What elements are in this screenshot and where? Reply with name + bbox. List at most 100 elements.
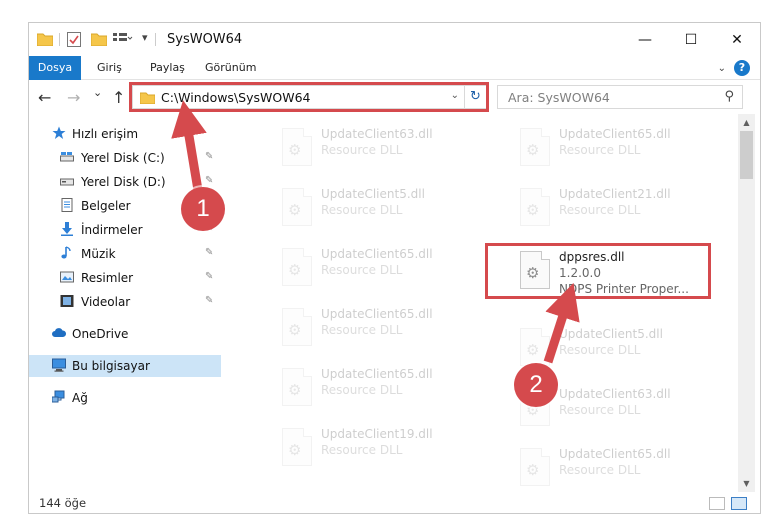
tab-view[interactable]: Görünüm	[205, 56, 256, 80]
back-arrow-icon[interactable]: ←	[38, 88, 51, 107]
minimize-icon: —	[638, 31, 652, 48]
sidebar-item-pictures[interactable]: Resimler ✎	[29, 267, 221, 289]
properties-icon[interactable]	[67, 32, 81, 47]
file-tile[interactable]: ⚙ UpdateClient63.dll Resource DLL	[274, 122, 502, 178]
minimize-button[interactable]: —	[622, 23, 668, 56]
file-tile[interactable]: ⚙ UpdateClient19.dll Resource DLL	[274, 422, 502, 478]
file-type: Resource DLL	[559, 143, 641, 157]
sidebar-item-label: Yerel Disk (D:)	[81, 175, 166, 189]
drive-icon	[60, 152, 74, 162]
sidebar-item-videos[interactable]: Videolar ✎	[29, 291, 221, 313]
search-placeholder: Ara: SysWOW64	[508, 90, 610, 105]
download-icon	[61, 222, 73, 236]
recent-locations-icon[interactable]: ⌄	[93, 86, 102, 99]
sidebar-item-disk-c[interactable]: Yerel Disk (C:) ✎	[29, 147, 221, 169]
file-list: ⚙ UpdateClient63.dll Resource DLL ⚙ Upda…	[222, 114, 738, 492]
scroll-up-icon[interactable]: ▲	[738, 114, 755, 131]
customize-toolbar-icon[interactable]	[113, 32, 133, 46]
file-tile[interactable]: ⚙ UpdateClient21.dll Resource DLL	[512, 182, 738, 238]
item-count: 144 öğe	[39, 496, 87, 510]
close-button[interactable]: ✕	[714, 23, 760, 56]
new-folder-icon[interactable]	[91, 32, 107, 46]
file-name: UpdateClient65.dll	[321, 307, 433, 321]
cloud-icon	[52, 328, 66, 337]
file-name: UpdateClient5.dll	[321, 187, 425, 201]
sidebar-item-label: Müzik	[81, 247, 116, 261]
file-type: Resource DLL	[321, 383, 403, 397]
tab-file[interactable]: Dosya	[29, 56, 81, 80]
toolbar-separator	[59, 33, 60, 46]
search-box[interactable]: Ara: SysWOW64 ⚲	[497, 85, 743, 109]
file-tile[interactable]: ⚙ UpdateClient65.dll Resource DLL	[512, 442, 738, 492]
tiles-view-icon[interactable]	[731, 497, 747, 510]
picture-icon	[60, 271, 74, 283]
dll-file-icon: ⚙	[520, 328, 550, 366]
gear-icon: ⚙	[288, 261, 302, 279]
star-icon	[52, 126, 66, 139]
file-name: UpdateClient65.dll	[321, 247, 433, 261]
file-type: Resource DLL	[321, 263, 403, 277]
gear-icon: ⚙	[288, 441, 302, 459]
file-name: UpdateClient19.dll	[321, 427, 433, 441]
pin-icon[interactable]: ✎	[205, 175, 213, 186]
address-highlight-box	[129, 82, 489, 112]
close-icon: ✕	[731, 31, 743, 48]
ribbon-tabs: Dosya Giriş Paylaş Görünüm ⌄ ?	[29, 56, 760, 80]
help-icon[interactable]: ?	[734, 60, 750, 76]
file-type: Resource DLL	[559, 203, 641, 217]
sidebar-item-quick-access[interactable]: Hızlı erişim	[29, 123, 221, 145]
dll-file-icon: ⚙	[520, 128, 550, 166]
step-badge-2: 2	[514, 363, 558, 407]
sidebar-item-network[interactable]: Ağ	[29, 387, 221, 409]
gear-icon: ⚙	[288, 321, 302, 339]
forward-arrow-icon[interactable]: →	[67, 88, 80, 107]
scroll-thumb[interactable]	[740, 131, 753, 179]
sidebar-item-music[interactable]: Müzik ✎	[29, 243, 221, 265]
document-icon	[61, 198, 73, 212]
title-separator	[155, 33, 156, 46]
gear-icon: ⚙	[526, 461, 540, 479]
file-tile[interactable]: ⚙ UpdateClient65.dll Resource DLL	[274, 362, 502, 418]
dll-file-icon: ⚙	[520, 188, 550, 226]
file-tile[interactable]: ⚙ UpdateClient65.dll Resource DLL	[512, 122, 738, 178]
status-bar: 144 öğe	[29, 492, 760, 513]
gear-icon: ⚙	[288, 141, 302, 159]
navigation-bar: ← → ⌄ ↑ C:\Windows\SysWOW64 ⌄ ↻ Ara: Sys…	[29, 80, 760, 114]
search-icon[interactable]: ⚲	[724, 89, 734, 104]
tab-share[interactable]: Paylaş	[150, 56, 185, 80]
sidebar-item-label: Bu bilgisayar	[72, 359, 150, 373]
gear-icon: ⚙	[526, 141, 540, 159]
pin-icon[interactable]: ✎	[205, 151, 213, 162]
up-arrow-icon[interactable]: ↑	[112, 88, 125, 107]
pin-icon[interactable]: ✎	[205, 295, 213, 306]
vertical-scrollbar[interactable]: ▲ ▼	[738, 114, 755, 492]
window-title: SysWOW64	[167, 32, 243, 47]
file-name: UpdateClient5.dll	[559, 327, 663, 341]
file-type: Resource DLL	[321, 203, 403, 217]
file-name: UpdateClient65.dll	[559, 127, 671, 141]
title-bar: ▾ SysWOW64 — ☐ ✕	[29, 23, 760, 56]
file-type: Resource DLL	[559, 343, 641, 357]
folder-icon	[37, 33, 53, 46]
file-tile[interactable]: ⚙ UpdateClient65.dll Resource DLL	[274, 302, 502, 358]
ribbon-expand-icon[interactable]: ⌄	[718, 63, 726, 74]
sidebar-item-label: Ağ	[72, 391, 88, 405]
scroll-down-icon[interactable]: ▼	[738, 475, 755, 492]
sidebar-item-label: Videolar	[81, 295, 131, 309]
navigation-pane: Hızlı erişim Yerel Disk (C:) ✎ Yerel Dis…	[29, 114, 221, 492]
sidebar-item-onedrive[interactable]: OneDrive	[29, 323, 221, 345]
quick-access-dropdown-icon[interactable]: ▾	[142, 31, 148, 44]
pin-icon[interactable]: ✎	[205, 271, 213, 282]
file-name: UpdateClient21.dll	[559, 187, 671, 201]
pin-icon[interactable]: ✎	[205, 247, 213, 258]
dll-file-icon: ⚙	[282, 428, 312, 466]
details-view-icon[interactable]	[709, 497, 725, 510]
maximize-button[interactable]: ☐	[668, 23, 714, 56]
file-tile[interactable]: ⚙ UpdateClient5.dll Resource DLL	[274, 182, 502, 238]
file-name: UpdateClient65.dll	[321, 367, 433, 381]
gear-icon: ⚙	[288, 201, 302, 219]
file-tile[interactable]: ⚙ UpdateClient65.dll Resource DLL	[274, 242, 502, 298]
sidebar-item-this-pc[interactable]: Bu bilgisayar	[29, 355, 221, 377]
file-highlight-box	[485, 243, 711, 299]
tab-home[interactable]: Giriş	[97, 56, 122, 80]
